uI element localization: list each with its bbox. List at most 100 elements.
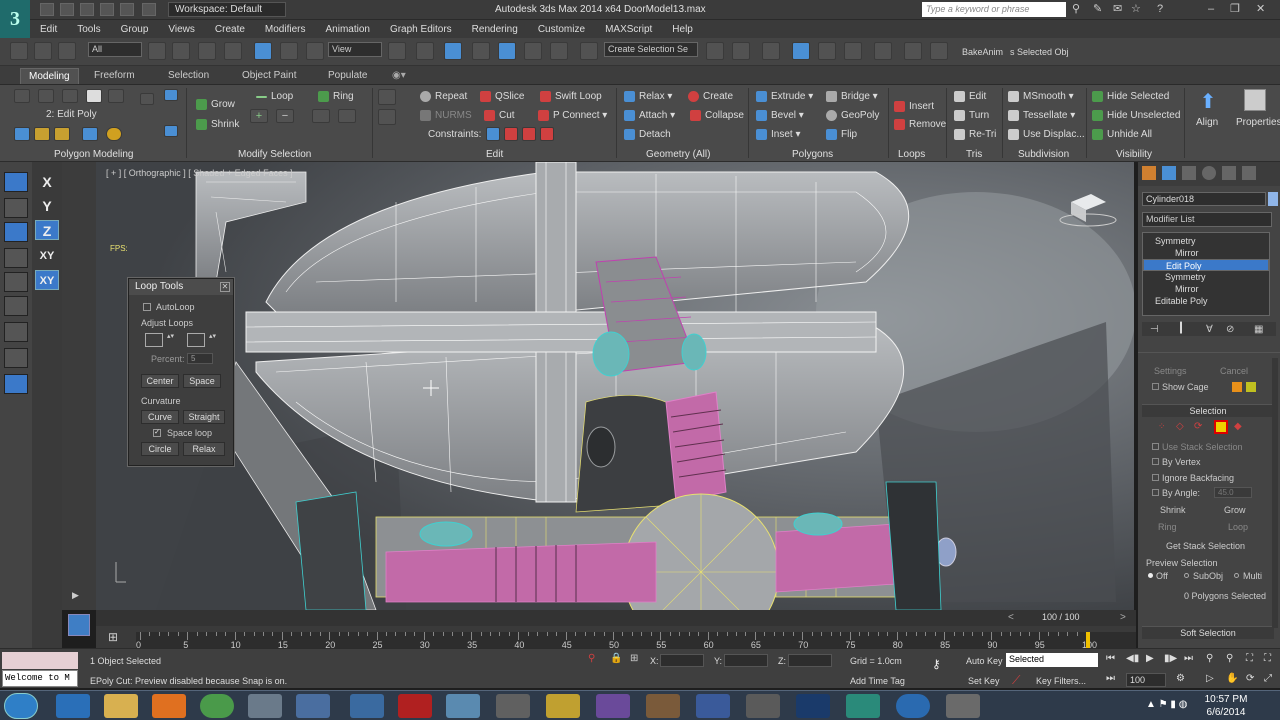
show-end-result-icon[interactable]	[14, 127, 30, 141]
menu-create[interactable]: Create	[205, 24, 255, 35]
loop-button[interactable]: Loop	[256, 91, 293, 102]
use-displacement-button[interactable]: Use Displac...	[1008, 129, 1085, 140]
move-icon[interactable]	[4, 198, 28, 218]
p-connect-button[interactable]: P Connect ▾	[538, 110, 607, 121]
msmooth-button[interactable]: MSmooth ▾	[1008, 91, 1074, 102]
isolate-icon[interactable]: ⚲	[588, 653, 595, 664]
undo-icon[interactable]	[100, 3, 114, 16]
absolute-mode-icon[interactable]: ⊞	[630, 653, 638, 664]
vertex-subobj-icon[interactable]: ⁘	[1158, 421, 1170, 433]
constraint-face-icon[interactable]	[522, 127, 536, 141]
loop-shrink-icon[interactable]: −	[276, 109, 294, 123]
group-loops[interactable]: Loops	[898, 149, 925, 160]
preview-subobj-radio[interactable]	[1184, 573, 1189, 578]
group-polygons[interactable]: Polygons	[792, 149, 833, 160]
bag-app-icon[interactable]	[946, 694, 980, 718]
ring-shrink-icon[interactable]	[338, 109, 356, 123]
bind-space-warp-icon[interactable]	[58, 42, 76, 60]
photoshop-icon[interactable]	[796, 694, 830, 718]
named-selection-dropdown[interactable]: Create Selection Se	[604, 42, 698, 57]
percent-input[interactable]: 5	[187, 353, 213, 364]
lock-selection-icon[interactable]: 🔒	[610, 653, 622, 664]
use-stack-selection-checkbox[interactable]	[1152, 443, 1159, 450]
properties-icon[interactable]	[1244, 89, 1266, 111]
settings-button[interactable]: Settings	[1154, 366, 1187, 376]
group-subdivision[interactable]: Subdivision	[1018, 149, 1069, 160]
menu-maxscript[interactable]: MAXScript	[595, 24, 662, 35]
utilities-tab-icon[interactable]	[1242, 166, 1256, 180]
cage-selected-color-swatch[interactable]	[1246, 382, 1256, 392]
border-mode-icon[interactable]	[62, 89, 78, 103]
group-visibility[interactable]: Visibility	[1116, 149, 1152, 160]
graphite-toggle-icon[interactable]	[792, 42, 810, 60]
play-icon[interactable]: ▶	[1146, 653, 1154, 664]
snaps-toggle-icon[interactable]	[472, 42, 490, 60]
close-icon[interactable]: ✕	[1256, 3, 1268, 15]
uv-layout-icon[interactable]	[496, 694, 530, 718]
motion-tab-icon[interactable]	[1202, 166, 1216, 180]
maxscript-input[interactable]: Welcome to M	[2, 670, 78, 687]
lock-icon[interactable]	[4, 348, 28, 368]
edit-named-selection-icon[interactable]	[580, 42, 598, 60]
space-button[interactable]: Space	[183, 374, 221, 388]
loop-grow-icon[interactable]: +	[250, 109, 268, 123]
archive-icon[interactable]	[646, 694, 680, 718]
select-move-icon[interactable]	[254, 42, 272, 60]
insert-loop-button[interactable]: Insert	[894, 101, 934, 112]
by-angle-checkbox[interactable]	[1152, 489, 1159, 496]
ribbon-options-icon[interactable]: ◉▾	[384, 68, 414, 84]
xnview-icon[interactable]	[596, 694, 630, 718]
constraint-none-icon[interactable]	[486, 127, 500, 141]
stack-item-mirror[interactable]: Mirror	[1143, 283, 1269, 295]
slider-prev-icon[interactable]: <	[1008, 612, 1014, 623]
selection-rollout-header[interactable]: Selection	[1142, 404, 1274, 417]
zoom-extents-all-icon[interactable]: ⛶	[1264, 653, 1271, 664]
rotate-icon[interactable]	[4, 248, 28, 268]
key-mode-dropdown[interactable]: Selected	[1006, 653, 1098, 667]
remove-modifier-icon[interactable]: ⊘	[1226, 324, 1234, 335]
pivot-center-icon[interactable]	[388, 42, 406, 60]
by-vertex-checkbox[interactable]	[1152, 458, 1159, 465]
group-edit[interactable]: Edit	[486, 149, 503, 160]
configure-sets-icon[interactable]: ▦	[1254, 324, 1263, 335]
convert-selection-icon[interactable]	[164, 125, 178, 137]
ignore-backfacing-icon[interactable]	[164, 89, 178, 101]
loop-tools-title[interactable]: Loop Tools	[129, 279, 233, 295]
cage-color-swatch[interactable]	[1232, 382, 1242, 392]
ring-selection-button[interactable]: Ring	[1158, 522, 1177, 532]
3ds-max-icon[interactable]	[546, 694, 580, 718]
snap-icon[interactable]	[4, 296, 28, 316]
autoloop-checkbox[interactable]	[143, 303, 151, 311]
notepad-icon[interactable]	[248, 694, 282, 718]
z-coord-field[interactable]	[788, 654, 832, 667]
menu-tools[interactable]: Tools	[67, 24, 110, 35]
tray-icons[interactable]: ▲ ⚑ ▮ ◍	[1146, 699, 1187, 710]
select-rotate-icon[interactable]	[280, 42, 298, 60]
align-icon[interactable]: ⬆	[1198, 89, 1218, 115]
browser-icon[interactable]	[896, 694, 930, 718]
pin-stack-icon[interactable]: ⊣	[1150, 324, 1159, 335]
nurms-button[interactable]: NURMS	[420, 110, 472, 121]
show-end-result-icon[interactable]: ┃	[1178, 323, 1184, 334]
paint-icon[interactable]	[4, 322, 28, 342]
maxscript-listener-mini[interactable]	[2, 652, 78, 669]
relax-loop-button[interactable]: Relax	[183, 442, 225, 456]
select-scale-icon[interactable]	[306, 42, 324, 60]
menu-rendering[interactable]: Rendering	[462, 24, 528, 35]
orbit-icon[interactable]: ⟳	[1246, 673, 1254, 684]
subscription-icon[interactable]: ✎	[1093, 3, 1105, 15]
element-mode-icon[interactable]	[108, 89, 124, 103]
tweak-icon[interactable]	[378, 109, 396, 125]
unlink-icon[interactable]	[34, 42, 52, 60]
zoom-all-icon[interactable]: ⚲	[1226, 653, 1233, 664]
layer-manager-icon[interactable]	[762, 42, 780, 60]
swift-loop-button[interactable]: Swift Loop	[540, 91, 602, 102]
link-icon[interactable]	[10, 42, 28, 60]
set-key-button[interactable]: Set Key	[968, 676, 1000, 686]
ring-button[interactable]: Ring	[318, 91, 354, 102]
hierarchy-tab-icon[interactable]	[1182, 166, 1196, 180]
bevel-button[interactable]: Bevel ▾	[756, 110, 804, 121]
previous-frame-icon[interactable]: ◀▮	[1126, 653, 1139, 664]
ring-grow-icon[interactable]	[312, 109, 330, 123]
stack-item-edit-poly[interactable]: Edit Poly	[1143, 259, 1269, 271]
